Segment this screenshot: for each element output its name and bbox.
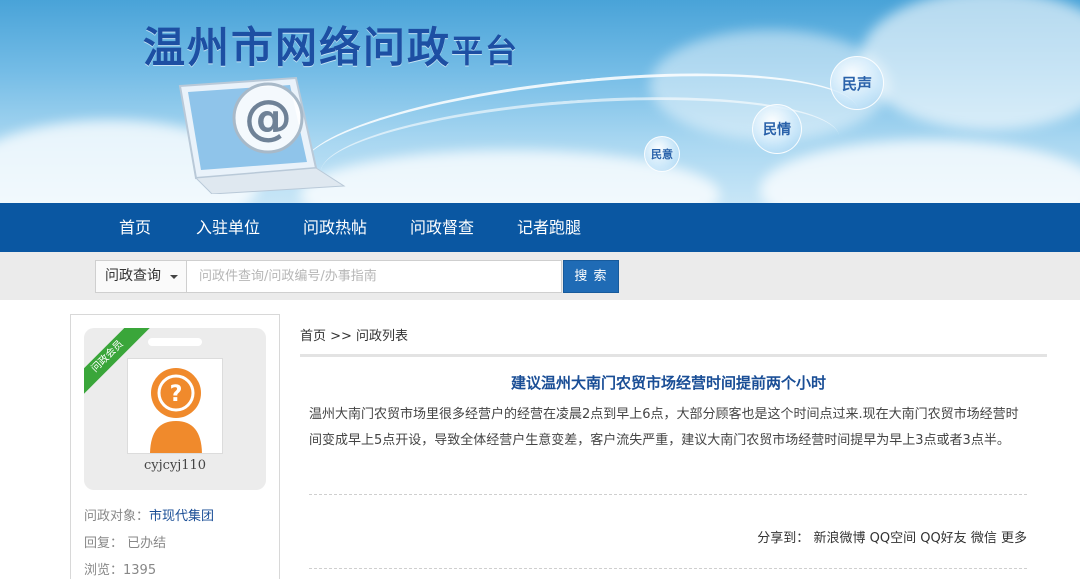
reply-label: 回复：: [84, 536, 124, 551]
search-input[interactable]: [187, 260, 562, 293]
article-title: 建议温州大南门农贸市场经营时间提前两个小时: [510, 374, 826, 392]
share-bar: 分享到： 新浪微博 QQ空间 QQ好友 微信 更多: [757, 527, 1027, 546]
search-type-dropdown[interactable]: 问政查询: [95, 260, 187, 293]
card-slot-decoration: [148, 338, 202, 346]
nav-item-supervision[interactable]: 问政督查: [410, 203, 474, 252]
search-type-label: 问政查询: [105, 268, 161, 284]
share-wechat-link[interactable]: 微信: [971, 531, 997, 546]
default-avatar-icon: ?: [150, 368, 202, 453]
divider: [300, 354, 1047, 357]
share-qzone-link[interactable]: QQ空间: [870, 531, 916, 546]
search-button[interactable]: 搜 索: [563, 260, 619, 293]
views-line: 浏览：1395: [84, 559, 156, 578]
share-qq-friend-link[interactable]: QQ好友: [920, 531, 966, 546]
divider: [309, 568, 1027, 569]
reply-status: 已办结: [127, 536, 167, 551]
username: cyjcyj110: [143, 458, 207, 473]
nav-item-hot-posts[interactable]: 问政热帖: [303, 203, 367, 252]
cloud-decoration: [860, 0, 1080, 130]
site-title: 温州市网络问政平台: [143, 23, 520, 72]
svg-text:?: ?: [170, 382, 183, 407]
svg-text:@: @: [244, 90, 292, 146]
share-weibo-link[interactable]: 新浪微博: [813, 531, 865, 546]
divider: [309, 494, 1027, 495]
user-sidebar: 问政会员 ? cyjcyj110 问政对象：市现代集团 回复： 已办结 浏览：1…: [70, 314, 280, 579]
bubble-minyi: 民意: [644, 136, 680, 172]
share-more-link[interactable]: 更多: [1001, 531, 1027, 546]
nav-item-reporter[interactable]: 记者跑腿: [517, 203, 581, 252]
target-label: 问政对象：: [84, 509, 150, 524]
chevron-down-icon: [170, 275, 178, 279]
views-count: 1395: [123, 563, 157, 578]
views-label: 浏览：: [84, 563, 124, 578]
user-card: 问政会员 ? cyjcyj110: [84, 328, 266, 490]
nav-item-home[interactable]: 首页: [119, 203, 151, 252]
nav-item-units[interactable]: 入驻单位: [196, 203, 260, 252]
target-link[interactable]: 市现代集团: [149, 509, 214, 524]
bubble-minqing: 民情: [752, 104, 802, 154]
breadcrumb[interactable]: 首页 >> 问政列表: [300, 325, 408, 344]
main-nav: 首页 入驻单位 问政热帖 问政督查 记者跑腿: [0, 203, 1080, 252]
avatar[interactable]: ?: [127, 358, 223, 454]
search-bar: 问政查询 搜 索: [0, 252, 1080, 300]
share-label: 分享到：: [757, 531, 810, 546]
laptop-icon: @: [178, 76, 346, 194]
article-body: 温州大南门农贸市场里很多经营户的经营在凌晨2点到早上6点，大部分顾客也是这个时间…: [309, 407, 1019, 448]
target-line: 问政对象：市现代集团: [84, 505, 214, 524]
bubble-minsheng: 民声: [830, 56, 884, 110]
reply-line: 回复： 已办结: [84, 532, 166, 551]
header-banner: 温州市网络问政平台 @ 民声 民情 民意: [0, 0, 1080, 203]
